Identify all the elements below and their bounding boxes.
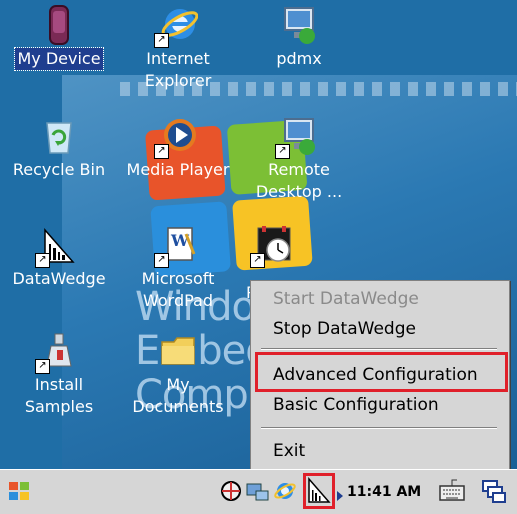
datawedge-tray-icon[interactable] <box>303 473 335 509</box>
shortcut-arrow-icon: ↗ <box>275 144 290 159</box>
internet-explorer-icon[interactable] <box>273 476 297 506</box>
icon-label: pdmx <box>276 49 322 68</box>
desktop-icon-pdmx[interactable]: pdmx <box>244 4 354 70</box>
shortcut-arrow-icon: ↗ <box>154 144 169 159</box>
desktop-icon-wordpad[interactable]: W ↗ Microsoft WordPad <box>123 224 233 312</box>
desktop-icon-internet-explorer[interactable]: ↗ Internet Explorer <box>123 4 233 92</box>
datawedge-icon: ↗ <box>35 224 79 268</box>
menu-item-advanced-configuration[interactable]: Advanced Configuration <box>273 365 478 385</box>
icon-label: Remote Desktop ... <box>255 160 343 201</box>
shortcut-arrow-icon: ↗ <box>35 359 50 374</box>
windows-flag-icon <box>9 482 29 500</box>
cascade-windows-icon[interactable] <box>479 476 509 506</box>
tray-arrow-icon[interactable] <box>337 486 343 501</box>
wordpad-icon: W ↗ <box>154 224 198 268</box>
icon-label: Recycle Bin <box>12 160 106 179</box>
media-player-icon: ↗ <box>154 115 198 159</box>
device-icon <box>39 4 79 46</box>
desktop-icon-my-documents[interactable]: My Documents <box>123 330 233 418</box>
keyboard-icon[interactable] <box>437 476 467 506</box>
menu-separator <box>261 427 497 429</box>
install-icon: ↗ <box>35 330 79 374</box>
datawedge-icon <box>308 476 331 503</box>
menu-separator <box>261 348 497 350</box>
desktop: Windo Embed Compa My Device ↗ Internet Exp… <box>0 0 517 469</box>
remote-desktop-icon: ↗ <box>275 115 319 159</box>
menu-item-exit[interactable]: Exit <box>273 441 305 461</box>
icon-label: Internet Explorer <box>144 49 212 90</box>
menu-item-start-datawedge[interactable]: Start DataWedge <box>273 289 419 309</box>
icon-label: DataWedge <box>12 269 106 288</box>
menu-item-basic-configuration[interactable]: Basic Configuration <box>273 395 439 415</box>
internet-explorer-icon: ↗ <box>154 4 199 48</box>
folder-icon <box>158 330 198 372</box>
recycle-bin-icon <box>39 115 79 157</box>
icon-label: Install Samples <box>24 375 94 416</box>
connection-icon[interactable] <box>245 476 271 506</box>
shortcut-arrow-icon: ↗ <box>154 253 169 268</box>
desktop-icon-media-player[interactable]: ↗ Media Player <box>123 115 233 181</box>
icon-label: My Device <box>14 47 104 71</box>
remote-computer-icon <box>279 4 319 46</box>
datawedge-context-menu: Start DataWedge Stop DataWedge Advanced … <box>250 280 510 469</box>
shortcut-arrow-icon: ↗ <box>35 253 50 268</box>
desktop-icon-my-device[interactable]: My Device <box>4 4 114 71</box>
desktop-icon-partial[interactable]: ↗ P <box>244 224 304 302</box>
desktop-icon-install-samples[interactable]: ↗ Install Samples <box>4 330 114 418</box>
menu-item-stop-datawedge[interactable]: Stop DataWedge <box>273 319 416 339</box>
start-button[interactable] <box>4 476 34 506</box>
icon-label: My Documents <box>132 375 224 416</box>
icon-label: Microsoft WordPad <box>141 269 215 310</box>
icon-label: Media Player <box>126 160 230 179</box>
shortcut-arrow-icon: ↗ <box>154 33 169 48</box>
calendar-clock-icon: ↗ <box>250 224 294 268</box>
network-globe-icon[interactable] <box>219 476 243 506</box>
taskbar-clock[interactable]: 11:41 AM <box>347 484 421 500</box>
desktop-icon-datawedge[interactable]: ↗ DataWedge <box>4 224 114 290</box>
desktop-icon-remote-desktop[interactable]: ↗ Remote Desktop ... <box>244 115 354 203</box>
desktop-icon-recycle-bin[interactable]: Recycle Bin <box>4 115 114 181</box>
taskbar: 11:41 AM <box>0 469 517 514</box>
shortcut-arrow-icon: ↗ <box>250 253 265 268</box>
